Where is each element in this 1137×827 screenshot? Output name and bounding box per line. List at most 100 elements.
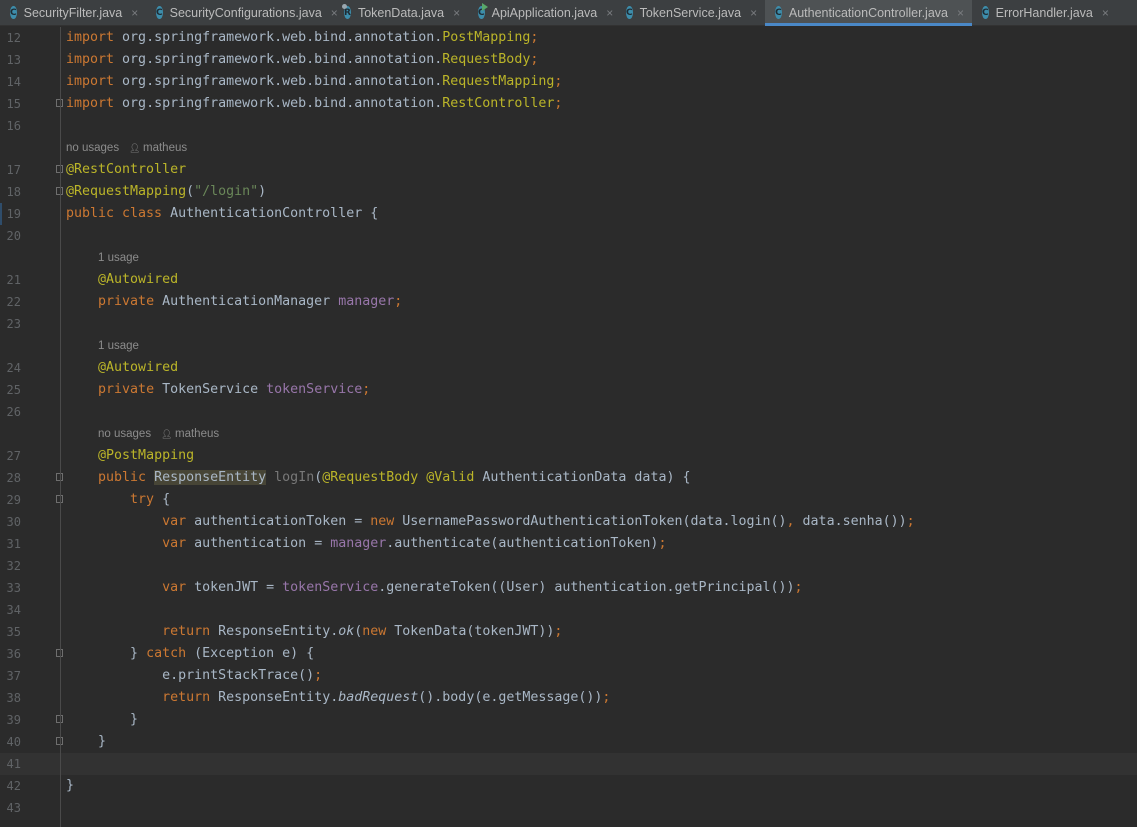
- code-text: ResponseEntity.: [218, 690, 339, 705]
- code-line[interactable]: 29 try {: [0, 489, 1137, 511]
- code-line[interactable]: 21 @Autowired: [0, 269, 1137, 291]
- code-line[interactable]: 12 import org.springframework.web.bind.an…: [0, 27, 1137, 49]
- usages-hint[interactable]: no usages 👤︎ matheus: [66, 142, 187, 154]
- tab-securityfilter[interactable]: C SecurityFilter.java ×: [0, 0, 146, 25]
- line-number: 17: [6, 163, 21, 177]
- usages-count[interactable]: no usages: [98, 428, 151, 440]
- tab-apiapplication[interactable]: C ApiApplication.java ×: [468, 0, 616, 25]
- line-number: 21: [6, 273, 21, 287]
- line-number: 26: [6, 405, 21, 419]
- code-line[interactable]: 35 return ResponseEntity.ok(new TokenDat…: [0, 621, 1137, 643]
- annotation: @RequestBody @Valid: [322, 470, 483, 485]
- code-line[interactable]: 19 public class AuthenticationController …: [0, 203, 1137, 225]
- tab-authenticationcontroller[interactable]: C AuthenticationController.java ×: [765, 0, 972, 26]
- code-content: return ResponseEntity.badRequest().body(…: [66, 690, 610, 706]
- tab-tokenservice[interactable]: C TokenService.java ×: [616, 0, 765, 25]
- code-content: private TokenService tokenService;: [66, 382, 370, 398]
- code-content: public ResponseEntity logIn(@RequestBody…: [66, 470, 690, 486]
- code-text: org.springframework.web.bind.annotation.: [122, 74, 443, 89]
- line-number: 24: [6, 361, 21, 375]
- close-tab-icon[interactable]: ×: [750, 6, 757, 20]
- annotation: @Autowired: [98, 272, 179, 287]
- editor-tab-bar: C SecurityFilter.java × C SecurityConfigurat…: [0, 0, 1137, 26]
- code-content: import org.springframework.web.bind.anno…: [66, 96, 562, 112]
- usages-count[interactable]: no usages: [66, 142, 119, 154]
- close-tab-icon[interactable]: ×: [957, 6, 964, 20]
- inlay-hint-row: 1 usage: [0, 335, 1137, 357]
- close-tab-icon[interactable]: ×: [453, 6, 460, 20]
- tab-tokendata[interactable]: R TokenData.java ×: [334, 0, 468, 25]
- code-line[interactable]: 32: [0, 555, 1137, 577]
- code-text: {: [162, 492, 171, 507]
- code-line[interactable]: 34: [0, 599, 1137, 621]
- code-text: org.springframework.web.bind.annotation.: [122, 52, 443, 67]
- author-hint[interactable]: 👤︎ matheus: [129, 142, 187, 154]
- code-content: private AuthenticationManager manager;: [66, 294, 402, 310]
- code-line[interactable]: 25 private TokenService tokenService;: [0, 379, 1137, 401]
- usages-count[interactable]: 1 usage: [98, 340, 139, 352]
- usages-hint[interactable]: no usages 👤︎ matheus: [98, 428, 219, 440]
- tab-securityconfigurations[interactable]: C SecurityConfigurations.java ×: [146, 0, 338, 25]
- code-line[interactable]: 28 public ResponseEntity logIn(@RequestB…: [0, 467, 1137, 489]
- keyword: ;: [554, 74, 563, 89]
- usages-hint[interactable]: 1 usage: [98, 340, 139, 352]
- code-line[interactable]: 26: [0, 401, 1137, 423]
- inlay-hint-row: no usages 👤︎ matheus: [0, 423, 1137, 445]
- code-line[interactable]: 40 }: [0, 731, 1137, 753]
- code-text: AuthenticationController {: [170, 206, 379, 221]
- code-content: e.printStackTrace();: [66, 668, 322, 684]
- code-line[interactable]: 27 @PostMapping: [0, 445, 1137, 467]
- line-number: 31: [6, 537, 21, 551]
- highlighted-identifier: ResponseEntity: [154, 470, 267, 485]
- code-line[interactable]: 41: [0, 753, 1137, 775]
- runnable-class-icon: C: [478, 3, 488, 19]
- code-text: authentication =: [194, 536, 331, 551]
- usages-count[interactable]: 1 usage: [98, 252, 139, 264]
- close-tab-icon[interactable]: ×: [1102, 6, 1109, 20]
- code-editor[interactable]: 12 import org.springframework.web.bind.an…: [0, 27, 1137, 827]
- line-number: 42: [6, 779, 21, 793]
- tab-errorhandler[interactable]: C ErrorHandler.java ×: [972, 0, 1112, 25]
- code-text: .authenticate(authenticationToken): [386, 536, 659, 551]
- code-line[interactable]: 20: [0, 225, 1137, 247]
- code-line[interactable]: 30 var authenticationToken = new Usernam…: [0, 511, 1137, 533]
- code-content: var authentication = manager.authenticat…: [66, 536, 666, 552]
- code-line[interactable]: 14 import org.springframework.web.bind.an…: [0, 71, 1137, 93]
- line-number: 41: [6, 757, 21, 771]
- code-line[interactable]: 42}: [0, 775, 1137, 797]
- code-content: }: [66, 778, 74, 794]
- code-line[interactable]: 22 private AuthenticationManager manager…: [0, 291, 1137, 313]
- code-line[interactable]: 38 return ResponseEntity.badRequest().bo…: [0, 687, 1137, 709]
- close-tab-icon[interactable]: ×: [131, 6, 138, 20]
- code-line[interactable]: 43: [0, 797, 1137, 819]
- field-reference: manager: [338, 294, 395, 309]
- author-hint[interactable]: 👤︎ matheus: [161, 428, 219, 440]
- line-number: 34: [6, 603, 21, 617]
- code-line[interactable]: 39 }: [0, 709, 1137, 731]
- line-number: 22: [6, 295, 21, 309]
- code-line[interactable]: 31 var authentication = manager.authenti…: [0, 533, 1137, 555]
- code-line[interactable]: 23: [0, 313, 1137, 335]
- line-number: 15: [6, 97, 21, 111]
- code-text: }: [66, 712, 139, 727]
- code-line[interactable]: 33 var tokenJWT = tokenService.generateT…: [0, 577, 1137, 599]
- keyword: ;: [394, 294, 403, 309]
- code-line[interactable]: 15 import org.springframework.web.bind.an…: [0, 93, 1137, 115]
- class-icon: C: [156, 6, 163, 19]
- close-tab-icon[interactable]: ×: [606, 6, 613, 20]
- code-line[interactable]: 16: [0, 115, 1137, 137]
- code-line[interactable]: 37 e.printStackTrace();: [0, 665, 1137, 687]
- code-line[interactable]: 18 @RequestMapping("/login"): [0, 181, 1137, 203]
- code-line[interactable]: 17 @RestController: [0, 159, 1137, 181]
- code-content: @PostMapping: [66, 448, 194, 464]
- code-line[interactable]: 36 } catch (Exception e) {: [0, 643, 1137, 665]
- code-line[interactable]: 24 @Autowired: [0, 357, 1137, 379]
- code-line[interactable]: 13 import org.springframework.web.bind.an…: [0, 49, 1137, 71]
- usages-hint[interactable]: 1 usage: [98, 252, 139, 264]
